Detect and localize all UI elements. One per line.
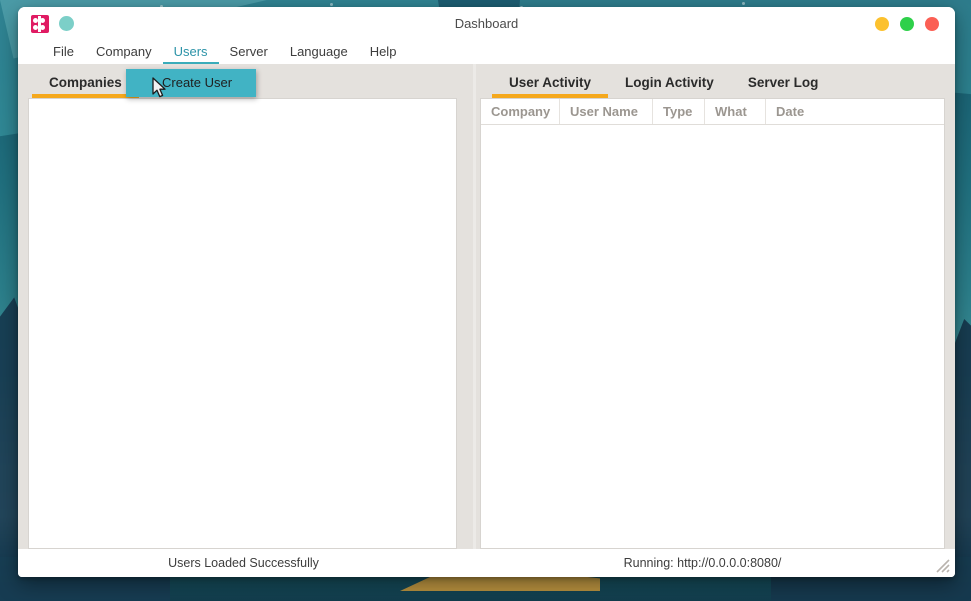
- teal-status-dot-icon: [59, 16, 74, 31]
- status-message: Users Loaded Successfully: [168, 556, 319, 570]
- menu-item-help[interactable]: Help: [359, 40, 408, 64]
- minimize-button[interactable]: [875, 16, 889, 31]
- pane-splitter[interactable]: [469, 64, 480, 549]
- resize-grip-icon[interactable]: [934, 557, 951, 574]
- column-header-type[interactable]: Type: [653, 99, 705, 124]
- column-header-company[interactable]: Company: [481, 99, 560, 124]
- right-tab-strip: User Activity Login Activity Server Log: [480, 64, 955, 98]
- menu-item-file[interactable]: File: [42, 40, 85, 64]
- table-body[interactable]: [481, 125, 944, 548]
- window-title: Dashboard: [454, 16, 519, 31]
- menu-item-create-user[interactable]: Create User: [126, 69, 257, 97]
- menu-item-server[interactable]: Server: [219, 40, 279, 64]
- app-logo-icon: [31, 14, 49, 33]
- menu-item-company[interactable]: Company: [85, 40, 163, 64]
- column-header-date[interactable]: Date: [766, 99, 916, 124]
- menu-item-users[interactable]: Users: [163, 40, 219, 64]
- tab-user-activity[interactable]: User Activity: [492, 75, 608, 98]
- column-header-user-name[interactable]: User Name: [560, 99, 653, 124]
- menu-bar: File Company Users Server Language Help: [18, 40, 955, 64]
- users-dropdown-menu: Create User: [126, 69, 257, 97]
- table-header-row: Company User Name Type What Date: [481, 99, 944, 125]
- left-pane: Companies: [18, 64, 469, 549]
- maximize-button[interactable]: [900, 16, 914, 31]
- wallpaper-star: [330, 3, 333, 6]
- title-bar: Dashboard: [18, 7, 955, 40]
- tab-companies[interactable]: Companies: [32, 75, 139, 98]
- tab-login-activity[interactable]: Login Activity: [608, 75, 731, 98]
- window-controls: [875, 16, 955, 31]
- tab-server-log[interactable]: Server Log: [731, 75, 836, 98]
- status-bar: Users Loaded Successfully Running: http:…: [18, 549, 955, 577]
- title-bar-left: [18, 14, 74, 33]
- right-pane: User Activity Login Activity Server Log …: [480, 64, 955, 549]
- close-button[interactable]: [925, 16, 939, 31]
- activity-table: Company User Name Type What Date: [480, 98, 945, 549]
- main-content: Companies User Activity Login Activity S…: [18, 64, 955, 549]
- companies-list[interactable]: [28, 98, 457, 549]
- menu-item-language[interactable]: Language: [279, 40, 359, 64]
- desktop-background: Dashboard File Company Users Server Lang…: [0, 0, 971, 601]
- wallpaper-star: [742, 2, 745, 5]
- column-header-what[interactable]: What: [705, 99, 766, 124]
- server-status: Running: http://0.0.0.0:8080/: [623, 556, 782, 570]
